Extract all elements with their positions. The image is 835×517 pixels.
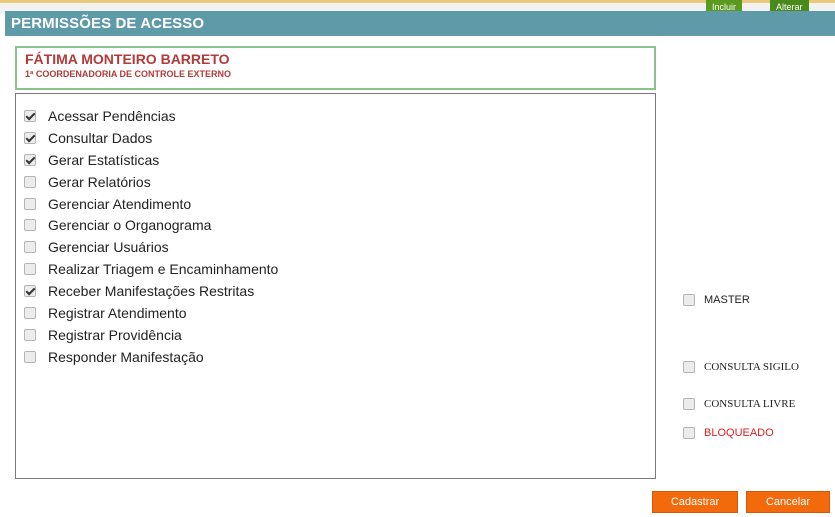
permission-label: Receber Manifestações Restritas <box>48 283 255 300</box>
cadastrar-button[interactable]: Cadastrar <box>652 491 738 513</box>
permission-item[interactable]: Registrar Providência <box>24 324 278 346</box>
permission-item[interactable]: Registrar Atendimento <box>24 302 278 324</box>
user-name: FÁTIMA MONTEIRO BARRETO <box>25 51 230 67</box>
user-department: 1ª COORDENADORIA DE CONTROLE EXTERNO <box>25 69 232 79</box>
permission-checkbox[interactable] <box>24 131 36 144</box>
master-checkbox[interactable] <box>683 294 695 306</box>
permission-item[interactable]: Receber Manifestações Restritas <box>24 280 278 302</box>
master-option[interactable]: MASTER <box>683 294 750 306</box>
bloqueado-option[interactable]: BLOQUEADO <box>683 427 774 439</box>
permission-item[interactable]: Realizar Triagem e Encaminhamento <box>24 258 278 280</box>
bloqueado-label: BLOQUEADO <box>704 427 774 439</box>
permissions-list: Acessar Pendências Consultar Dados Gerar… <box>24 105 278 368</box>
permission-item[interactable]: Acessar Pendências <box>24 105 278 127</box>
cancelar-button[interactable]: Cancelar <box>746 491 830 513</box>
permission-item[interactable]: Consultar Dados <box>24 127 278 149</box>
permission-label: Responder Manifestação <box>48 348 204 365</box>
dialog-title: PERMISSÕES DE ACESSO <box>5 11 835 36</box>
permission-item[interactable]: Responder Manifestação <box>24 346 278 368</box>
user-info-box: FÁTIMA MONTEIRO BARRETO 1ª COORDENADORIA… <box>15 46 656 90</box>
consulta-sigilo-label: CONSULTA SIGILO <box>704 361 799 373</box>
permission-item[interactable]: Gerenciar Usuários <box>24 236 278 258</box>
permission-item[interactable]: Gerenciar o Organograma <box>24 214 278 236</box>
permission-checkbox[interactable] <box>24 350 36 363</box>
master-label: MASTER <box>704 294 750 306</box>
permission-label: Acessar Pendências <box>48 107 176 124</box>
permission-checkbox[interactable] <box>24 153 36 166</box>
permission-checkbox[interactable] <box>24 263 36 276</box>
consulta-sigilo-checkbox[interactable] <box>683 361 695 373</box>
permission-label: Gerenciar Usuários <box>48 239 169 256</box>
permission-label: Gerenciar Atendimento <box>48 195 192 212</box>
permission-label: Realizar Triagem e Encaminhamento <box>48 261 279 278</box>
permission-item[interactable]: Gerar Estatísticas <box>24 149 278 171</box>
consulta-livre-label: CONSULTA LIVRE <box>704 398 796 410</box>
permission-label: Gerar Estatísticas <box>48 151 160 168</box>
permission-label: Gerenciar o Organograma <box>48 217 212 234</box>
permission-label: Registrar Providência <box>48 326 182 343</box>
permission-checkbox[interactable] <box>24 197 36 210</box>
permission-label: Registrar Atendimento <box>48 304 187 321</box>
permission-item[interactable]: Gerenciar Atendimento <box>24 193 278 215</box>
permission-checkbox[interactable] <box>24 175 36 188</box>
permissions-panel: Acessar Pendências Consultar Dados Gerar… <box>15 93 656 479</box>
consulta-livre-checkbox[interactable] <box>683 398 695 410</box>
permission-checkbox[interactable] <box>24 219 36 232</box>
bloqueado-checkbox[interactable] <box>683 427 695 439</box>
permission-label: Gerar Relatórios <box>48 173 151 190</box>
permission-checkbox[interactable] <box>24 285 36 298</box>
permission-checkbox[interactable] <box>24 109 36 122</box>
consulta-sigilo-option[interactable]: CONSULTA SIGILO <box>683 361 799 373</box>
permission-item[interactable]: Gerar Relatórios <box>24 171 278 193</box>
permission-checkbox[interactable] <box>24 306 36 319</box>
permission-checkbox[interactable] <box>24 328 36 341</box>
consulta-livre-option[interactable]: CONSULTA LIVRE <box>683 398 795 410</box>
permission-label: Consultar Dados <box>48 129 153 146</box>
permission-checkbox[interactable] <box>24 241 36 254</box>
